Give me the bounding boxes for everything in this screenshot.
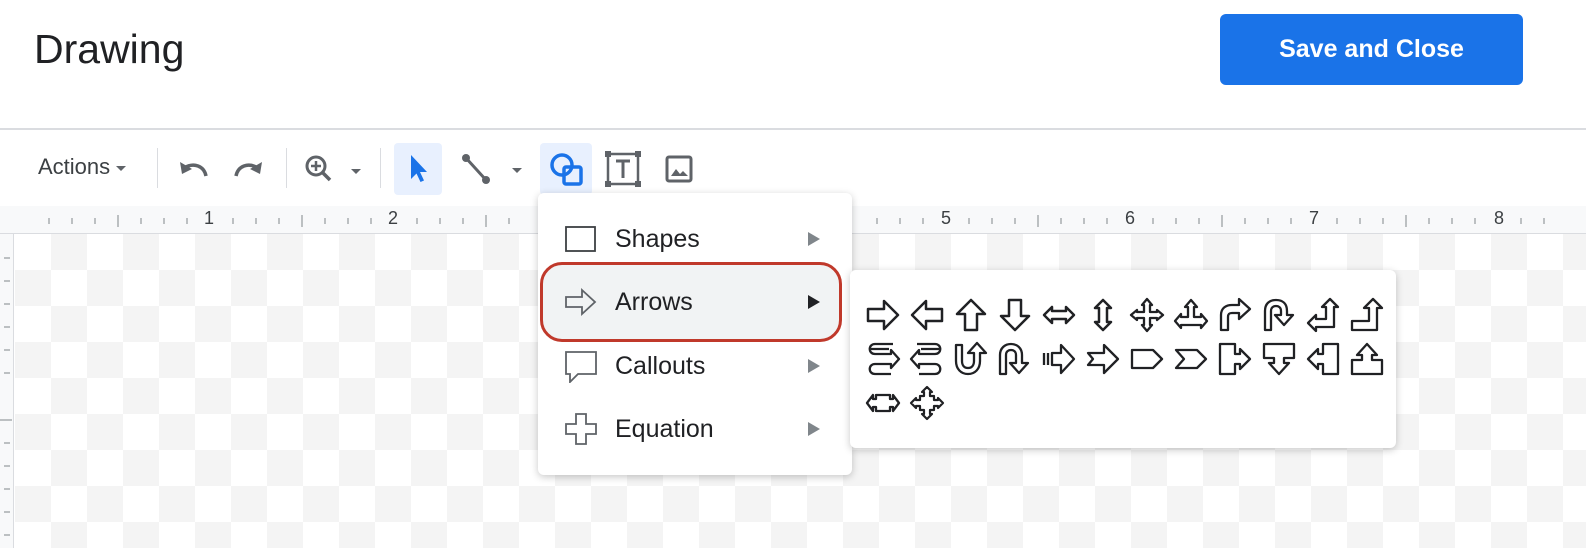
actions-label: Actions: [38, 154, 111, 179]
undo-icon: [180, 162, 208, 177]
arrows-submenu: [850, 270, 1396, 448]
left-up-arrow-icon[interactable]: [1305, 297, 1341, 333]
curved-down-arrow-icon[interactable]: [997, 341, 1033, 377]
right-arrow-callout-icon[interactable]: [1217, 341, 1253, 377]
ruler-label: 6: [1125, 208, 1136, 228]
zoom-icon: [305, 155, 361, 182]
image-button[interactable]: [656, 143, 702, 195]
pentagon-icon[interactable]: [1129, 341, 1165, 377]
toolbar-separator: [286, 148, 287, 188]
bent-up-arrow-icon[interactable]: [1349, 297, 1385, 333]
line-icon: [462, 154, 522, 184]
u-turn-arrow-icon[interactable]: [1261, 297, 1297, 333]
toolbar-separator: [157, 148, 158, 188]
submenu-arrow-icon: [808, 422, 820, 436]
shape-icon: [550, 153, 583, 186]
ruler-label: 2: [388, 208, 399, 228]
left-arrow-callout-icon[interactable]: [1305, 341, 1341, 377]
select-icon: [411, 155, 427, 182]
ruler-label: 7: [1309, 208, 1320, 228]
left-right-up-arrow-icon[interactable]: [1173, 297, 1209, 333]
select-button[interactable]: [394, 143, 442, 195]
right-arrow-icon[interactable]: [865, 297, 901, 333]
left-right-arrow-icon[interactable]: [1041, 297, 1077, 333]
dialog-header: Drawing Save and Close: [0, 0, 1586, 130]
bent-arrow-icon[interactable]: [1217, 297, 1253, 333]
menu-item-label: Arrows: [615, 288, 693, 316]
dialog-title: Drawing: [34, 26, 185, 72]
menu-item-label: Shapes: [615, 225, 700, 253]
shape-button[interactable]: [540, 143, 592, 195]
arrow-right-icon: [565, 287, 597, 317]
plus-icon: [565, 413, 597, 445]
chevron-icon[interactable]: [1173, 341, 1209, 377]
left-right-arrow-callout-icon[interactable]: [865, 385, 901, 421]
menu-item-label: Equation: [615, 415, 714, 443]
vertical-ruler: [0, 234, 14, 548]
left-arrow-icon[interactable]: [909, 297, 945, 333]
curved-up-arrow-icon[interactable]: [953, 341, 989, 377]
text-box-icon: [605, 151, 641, 187]
notched-right-arrow-icon[interactable]: [1085, 341, 1121, 377]
up-arrow-callout-icon[interactable]: [1349, 341, 1385, 377]
up-down-arrow-icon[interactable]: [1085, 297, 1121, 333]
callout-icon: [565, 351, 597, 383]
save-and-close-button[interactable]: Save and Close: [1220, 14, 1523, 85]
submenu-arrow-icon: [808, 359, 820, 373]
curved-right-arrow-icon[interactable]: [865, 341, 901, 377]
redo-button[interactable]: [226, 143, 272, 195]
ruler-label: 5: [941, 208, 952, 228]
toolbar-separator: [380, 148, 381, 188]
dropdown-caret-icon: [116, 165, 127, 171]
line-button[interactable]: [452, 143, 530, 195]
actions-menu[interactable]: Actions: [38, 154, 127, 180]
quad-arrow-icon[interactable]: [1129, 297, 1165, 333]
up-arrow-icon[interactable]: [953, 297, 989, 333]
vertical-ruler-ticks: [0, 257, 12, 536]
ruler-label: 8: [1494, 208, 1505, 228]
rectangle-icon: [565, 226, 596, 252]
redo-icon: [234, 162, 262, 177]
down-arrow-callout-icon[interactable]: [1261, 341, 1297, 377]
text-box-button[interactable]: [600, 143, 646, 195]
zoom-button[interactable]: [300, 143, 368, 195]
submenu-arrow-icon: [808, 232, 820, 246]
curved-left-arrow-icon[interactable]: [909, 341, 945, 377]
image-icon: [665, 155, 693, 183]
ruler-label: 1: [204, 208, 215, 228]
down-arrow-icon[interactable]: [997, 297, 1033, 333]
quad-arrow-callout-icon[interactable]: [909, 385, 945, 421]
menu-item-equation[interactable]: Equation: [538, 398, 852, 460]
menu-item-label: Callouts: [615, 352, 706, 380]
menu-item-shapes[interactable]: Shapes: [538, 208, 852, 270]
menu-item-arrows[interactable]: Arrows: [538, 271, 852, 333]
undo-button[interactable]: [170, 143, 216, 195]
striped-right-arrow-icon[interactable]: [1041, 341, 1077, 377]
submenu-arrow-icon: [808, 295, 820, 309]
menu-item-callouts[interactable]: Callouts: [538, 335, 852, 397]
